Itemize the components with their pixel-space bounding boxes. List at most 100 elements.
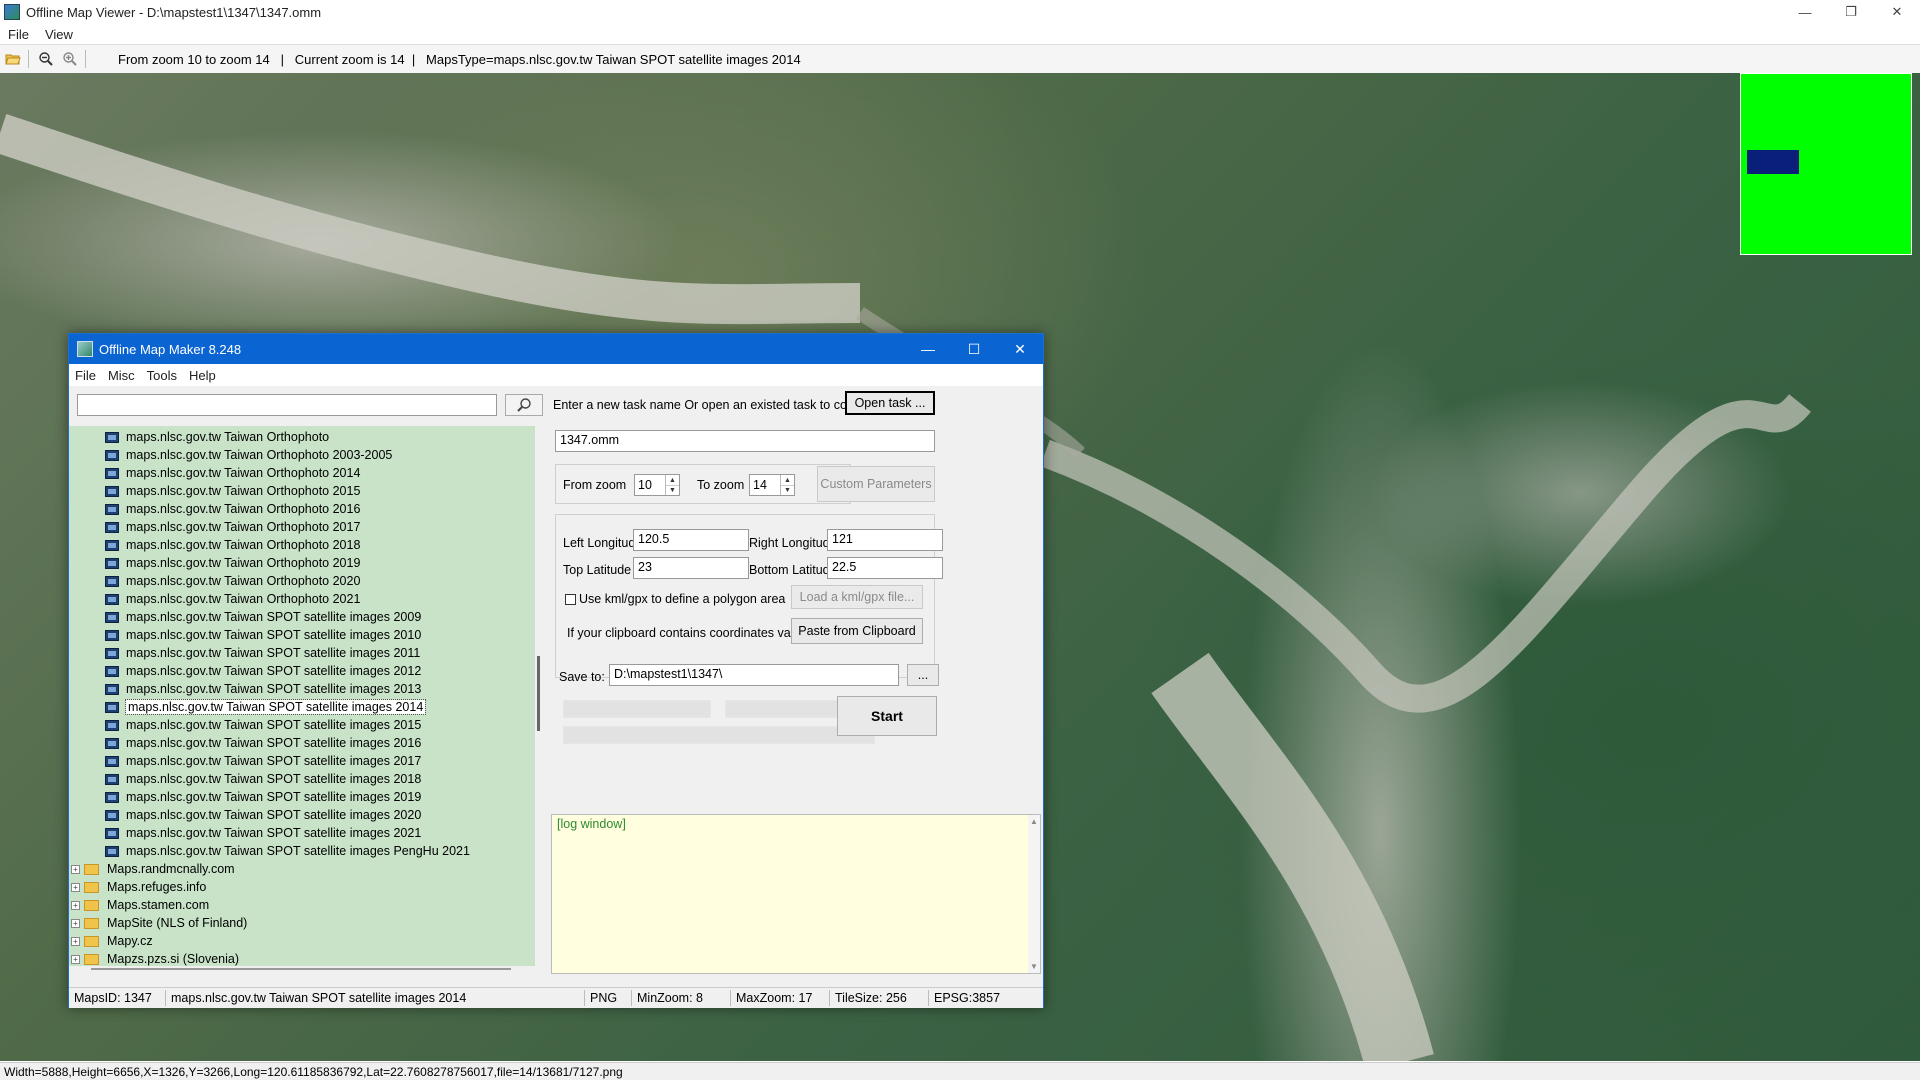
use-kml-checkbox[interactable] <box>565 594 576 605</box>
tree-hscrollbar[interactable] <box>91 968 511 970</box>
dialog-status-bar: MapsID: 1347 maps.nlsc.gov.tw Taiwan SPO… <box>69 987 1043 1008</box>
expand-icon[interactable]: + <box>71 900 80 910</box>
tree-map-item[interactable]: maps.nlsc.gov.tw Taiwan Orthophoto 2016 <box>69 500 360 518</box>
log-scrollbar[interactable]: ▲ ▼ <box>1028 815 1040 973</box>
tree-map-item[interactable]: maps.nlsc.gov.tw Taiwan SPOT satellite i… <box>69 770 421 788</box>
tree-folder-item[interactable]: + Mapzs.pzs.si (Slovenia) <box>69 950 239 966</box>
save-to-field[interactable]: D:\mapstest1\1347\ <box>609 664 899 686</box>
search-button[interactable] <box>505 394 543 416</box>
tree-map-item-label: maps.nlsc.gov.tw Taiwan SPOT satellite i… <box>126 826 422 840</box>
expand-icon[interactable]: + <box>71 918 80 928</box>
dialog-minimize-button[interactable]: — <box>905 334 951 364</box>
zoom-out-icon[interactable] <box>35 48 57 70</box>
expand-icon[interactable]: + <box>71 864 80 874</box>
tree-map-item[interactable]: maps.nlsc.gov.tw Taiwan Orthophoto 2019 <box>69 554 360 572</box>
tree-map-item[interactable]: maps.nlsc.gov.tw Taiwan SPOT satellite i… <box>69 626 421 644</box>
tree-map-item[interactable]: maps.nlsc.gov.tw Taiwan Orthophoto 2003-… <box>69 446 392 464</box>
log-window[interactable]: [log window] ▲ ▼ <box>551 814 1041 974</box>
top-latitude-field[interactable]: 23 <box>633 557 749 579</box>
close-button[interactable]: ✕ <box>1874 0 1920 24</box>
log-scroll-up-icon[interactable]: ▲ <box>1030 817 1038 826</box>
tree-map-item[interactable]: maps.nlsc.gov.tw Taiwan SPOT satellite i… <box>69 662 421 680</box>
start-button[interactable]: Start <box>837 696 937 736</box>
app-icon <box>4 4 20 20</box>
tree-map-item[interactable]: maps.nlsc.gov.tw Taiwan SPOT satellite i… <box>69 644 420 662</box>
menu-view[interactable]: View <box>37 27 81 42</box>
expand-icon[interactable]: + <box>71 954 80 964</box>
to-zoom-stepper[interactable]: 14 ▲ ▼ <box>749 474 795 496</box>
load-kml-button[interactable]: Load a kml/gpx file... <box>791 585 923 609</box>
from-zoom-label: From zoom <box>563 478 627 492</box>
tree-map-item[interactable]: maps.nlsc.gov.tw Taiwan SPOT satellite i… <box>69 752 421 770</box>
right-longitude-label: Right Longitude <box>749 536 837 550</box>
dialog-maximize-button[interactable]: ☐ <box>951 334 997 364</box>
tree-map-item[interactable]: maps.nlsc.gov.tw Taiwan SPOT satellite i… <box>69 824 421 842</box>
tree-map-item[interactable]: maps.nlsc.gov.tw Taiwan Orthophoto 2017 <box>69 518 360 536</box>
tree-map-item[interactable]: maps.nlsc.gov.tw Taiwan Orthophoto 2020 <box>69 572 360 590</box>
zoom-in-icon[interactable] <box>59 48 81 70</box>
custom-parameters-button[interactable]: Custom Parameters <box>817 466 935 502</box>
tree-folder-item[interactable]: + Maps.stamen.com <box>69 896 209 914</box>
map-tile-icon <box>105 665 119 677</box>
tree-scroll-thumb[interactable] <box>537 656 540 731</box>
from-zoom-down[interactable]: ▼ <box>666 485 679 495</box>
browse-button[interactable]: ... <box>907 664 939 686</box>
maps-search-input[interactable] <box>77 394 497 416</box>
dialog-menu-misc[interactable]: Misc <box>102 368 141 383</box>
dialog-close-button[interactable]: ✕ <box>997 334 1043 364</box>
tree-map-item[interactable]: maps.nlsc.gov.tw Taiwan SPOT satellite i… <box>69 716 421 734</box>
tree-scrollbar[interactable] <box>535 426 545 966</box>
to-zoom-down[interactable]: ▼ <box>781 485 794 495</box>
tree-folder-item[interactable]: + MapSite (NLS of Finland) <box>69 914 247 932</box>
to-zoom-label: To zoom <box>697 478 745 492</box>
map-tile-icon <box>105 611 119 623</box>
expand-icon[interactable]: + <box>71 936 80 946</box>
maps-tree[interactable]: maps.nlsc.gov.tw Taiwan Orthophoto maps.n… <box>69 426 535 966</box>
tree-folder-item[interactable]: + Maps.randmcnally.com <box>69 860 235 878</box>
dialog-menu-help[interactable]: Help <box>183 368 222 383</box>
tree-map-item[interactable]: maps.nlsc.gov.tw Taiwan SPOT satellite i… <box>69 680 421 698</box>
tree-map-item[interactable]: maps.nlsc.gov.tw Taiwan Orthophoto <box>69 428 329 446</box>
left-longitude-field[interactable]: 120.5 <box>633 529 749 551</box>
tree-map-item[interactable]: maps.nlsc.gov.tw Taiwan Orthophoto 2018 <box>69 536 360 554</box>
minimap-viewport[interactable] <box>1747 150 1799 174</box>
right-longitude-field[interactable]: 121 <box>827 529 943 551</box>
task-name-field[interactable]: 1347.omm <box>555 430 935 452</box>
from-zoom-stepper[interactable]: 10 ▲ ▼ <box>634 474 680 496</box>
dialog-menu-file[interactable]: File <box>69 368 102 383</box>
dialog-menu-tools[interactable]: Tools <box>141 368 183 383</box>
tree-folder-item[interactable]: + Maps.refuges.info <box>69 878 206 896</box>
paste-from-clipboard-button[interactable]: Paste from Clipboard <box>791 618 923 644</box>
maps-list-panel: maps.nlsc.gov.tw Taiwan Orthophoto maps.n… <box>69 386 545 978</box>
tree-map-item-label: maps.nlsc.gov.tw Taiwan Orthophoto 2018 <box>126 538 361 552</box>
open-task-button[interactable]: Open task ... <box>845 391 935 415</box>
tree-map-item[interactable]: maps.nlsc.gov.tw Taiwan Orthophoto 2021 <box>69 590 360 608</box>
tree-map-item-label: maps.nlsc.gov.tw Taiwan Orthophoto 2020 <box>126 574 361 588</box>
restore-button[interactable]: ❐ <box>1828 0 1874 24</box>
map-tile-icon <box>105 449 119 461</box>
bottom-latitude-field[interactable]: 22.5 <box>827 557 943 579</box>
tree-map-item-label: maps.nlsc.gov.tw Taiwan SPOT satellite i… <box>126 808 422 822</box>
tree-map-item[interactable]: maps.nlsc.gov.tw Taiwan Orthophoto 2014 <box>69 464 360 482</box>
tree-map-item[interactable]: maps.nlsc.gov.tw Taiwan SPOT satellite i… <box>69 698 427 716</box>
tree-map-item[interactable]: maps.nlsc.gov.tw Taiwan SPOT satellite i… <box>69 806 421 824</box>
tree-map-item-label: maps.nlsc.gov.tw Taiwan SPOT satellite i… <box>126 628 422 642</box>
tree-map-item[interactable]: maps.nlsc.gov.tw Taiwan SPOT satellite i… <box>69 608 421 626</box>
minimap[interactable] <box>1740 73 1912 255</box>
dialog-app-icon <box>77 341 93 357</box>
tree-map-item-label: maps.nlsc.gov.tw Taiwan Orthophoto 2021 <box>126 592 361 606</box>
tree-map-item[interactable]: maps.nlsc.gov.tw Taiwan Orthophoto 2015 <box>69 482 360 500</box>
tree-map-item[interactable]: maps.nlsc.gov.tw Taiwan SPOT satellite i… <box>69 734 421 752</box>
tree-folder-label: Mapzs.pzs.si (Slovenia) <box>107 952 239 966</box>
expand-icon[interactable]: + <box>71 882 80 892</box>
menu-file[interactable]: File <box>0 27 37 42</box>
tree-map-item[interactable]: maps.nlsc.gov.tw Taiwan SPOT satellite i… <box>69 788 421 806</box>
log-scroll-down-icon[interactable]: ▼ <box>1030 962 1038 971</box>
minimize-button[interactable]: — <box>1782 0 1828 24</box>
open-folder-icon[interactable] <box>2 48 24 70</box>
map-tile-icon <box>105 467 119 479</box>
tree-map-item-label: maps.nlsc.gov.tw Taiwan SPOT satellite i… <box>126 754 422 768</box>
dialog-menu-bar: File Misc Tools Help <box>69 364 1043 386</box>
tree-folder-item[interactable]: + Mapy.cz <box>69 932 153 950</box>
tree-map-item[interactable]: maps.nlsc.gov.tw Taiwan SPOT satellite i… <box>69 842 470 860</box>
